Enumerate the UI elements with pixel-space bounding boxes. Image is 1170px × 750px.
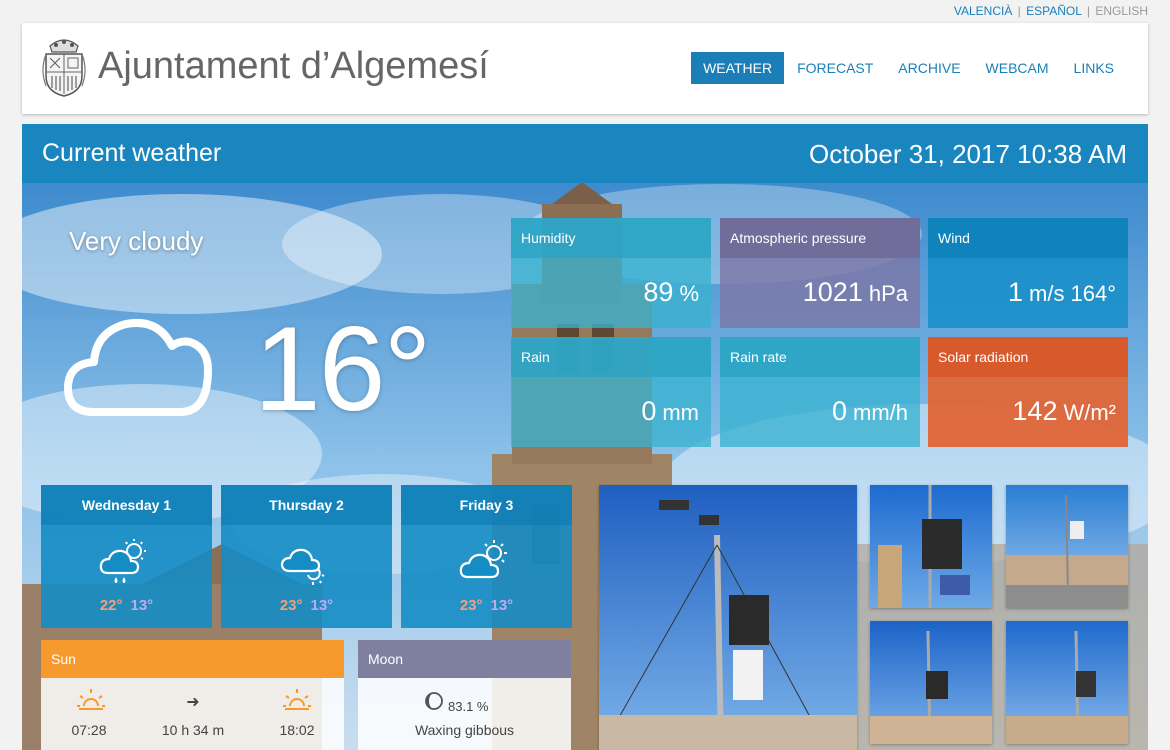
forecast-low: 13° [130,597,154,614]
rain-rate-value: 0 mm/h [831,396,908,426]
panel-header: Current weather October 31, 2017 10:38 A… [22,124,1148,183]
forecast-day: Wednesday 1 [41,485,212,525]
moon-panel: Moon 83.1 % Waxing gibbous [358,640,571,750]
forecast-day: Friday 3 [401,485,572,525]
arrow-right-icon: ➜ [186,694,200,711]
wind-value: 1 m/s 164° [1008,277,1116,307]
lang-espanol-link[interactable]: ESPAÑOL [1026,4,1081,18]
pressure-tile: Atmospheric pressure 1021 hPa [720,218,920,328]
site-title: Ajuntament d’Algemesí [98,45,489,87]
condition-text: Very cloudy [69,226,204,256]
pressure-label: Atmospheric pressure [720,218,920,258]
sunrise-icon [77,689,105,710]
nav-forecast[interactable]: FORECAST [785,52,885,84]
forecast-low: 13° [310,597,334,614]
rain-rate-tile: Rain rate 0 mm/h [720,337,920,447]
sunset-time: 18:02 [279,722,315,738]
moon-illumination: 83.1 % [448,699,489,714]
cloud-icon [64,319,212,416]
forecast-card[interactable]: Thursday 2 23° 13° [221,485,392,628]
lang-english-current: ENGLISH [1095,4,1148,18]
rain-rate-label: Rain rate [720,337,920,377]
lang-separator: | [1017,4,1021,18]
rain-tile: Rain 0 mm [511,337,711,447]
humidity-tile: Humidity 89% [511,218,711,328]
rain-value: 0 mm [641,396,699,426]
nav-archive[interactable]: ARCHIVE [886,52,972,84]
solar-radiation-label: Solar radiation [928,337,1128,377]
forecast-day: Thursday 2 [221,485,392,525]
current-weather-panel: Current weather October 31, 2017 10:38 A… [22,124,1148,750]
nav-webcam[interactable]: WEBCAM [974,52,1061,84]
sun-cloud-rain-icon [99,539,146,583]
forecast-temps: 23° 13° [401,597,572,614]
humidity-value: 89% [643,277,699,307]
forecast-high: 22° [99,597,123,614]
forecast-card[interactable]: Friday 3 23° 13° [401,485,572,628]
lang-valencia-link[interactable]: VALENCIÀ [954,4,1012,18]
rain-label: Rain [511,337,711,377]
solar-radiation-tile: Solar radiation 142 W/m² [928,337,1128,447]
moon-phase-icon [425,692,443,710]
panel-title: Current weather [42,139,222,167]
webcam-photo-thumb[interactable] [1006,485,1128,608]
language-selector: VALENCIÀ | ESPAÑOL | ENGLISH [954,4,1148,18]
humidity-label: Humidity [511,218,711,258]
forecast-low: 13° [490,597,514,614]
webcam-photo-thumb[interactable] [870,621,992,744]
lang-separator: | [1086,4,1090,18]
sun-panel: Sun 07:28 ➜ 10 h 34 m 18:02 [41,640,344,750]
sunset-icon [283,689,311,710]
webcam-photo-thumb[interactable] [1006,621,1128,744]
site-header: Ajuntament d’Algemesí WEATHER FORECAST A… [22,23,1148,114]
forecast-temps: 22° 13° [41,597,212,614]
current-temperature: 16° [254,302,431,436]
wind-label: Wind [928,218,1128,258]
forecast-high: 23° [459,597,483,614]
daylight-duration: 10 h 34 m [161,722,225,738]
forecast-high: 23° [279,597,303,614]
forecast-card[interactable]: Wednesday 1 22° 13° [41,485,212,628]
nav-links[interactable]: LINKS [1062,52,1126,84]
coat-of-arms-logo [42,39,86,97]
nav-weather[interactable]: WEATHER [691,52,785,84]
webcam-photo-main[interactable] [599,485,857,750]
wind-tile: Wind 1 m/s 164° [928,218,1128,328]
forecast-temps: 23° 13° [221,597,392,614]
webcam-photo-thumb[interactable] [870,485,992,608]
moon-label: Moon [358,640,571,678]
main-nav: WEATHER FORECAST ARCHIVE WEBCAM LINKS [690,52,1126,84]
sunrise-time: 07:28 [71,722,107,738]
solar-radiation-value: 142 W/m² [1012,396,1116,426]
pressure-value: 1021 hPa [802,277,908,307]
current-datetime: October 31, 2017 10:38 AM [809,139,1127,169]
sun-label: Sun [41,640,344,678]
moon-phase: Waxing gibbous [414,722,515,738]
sun-cloud-icon [459,540,507,579]
cloud-sun-icon [280,548,325,585]
